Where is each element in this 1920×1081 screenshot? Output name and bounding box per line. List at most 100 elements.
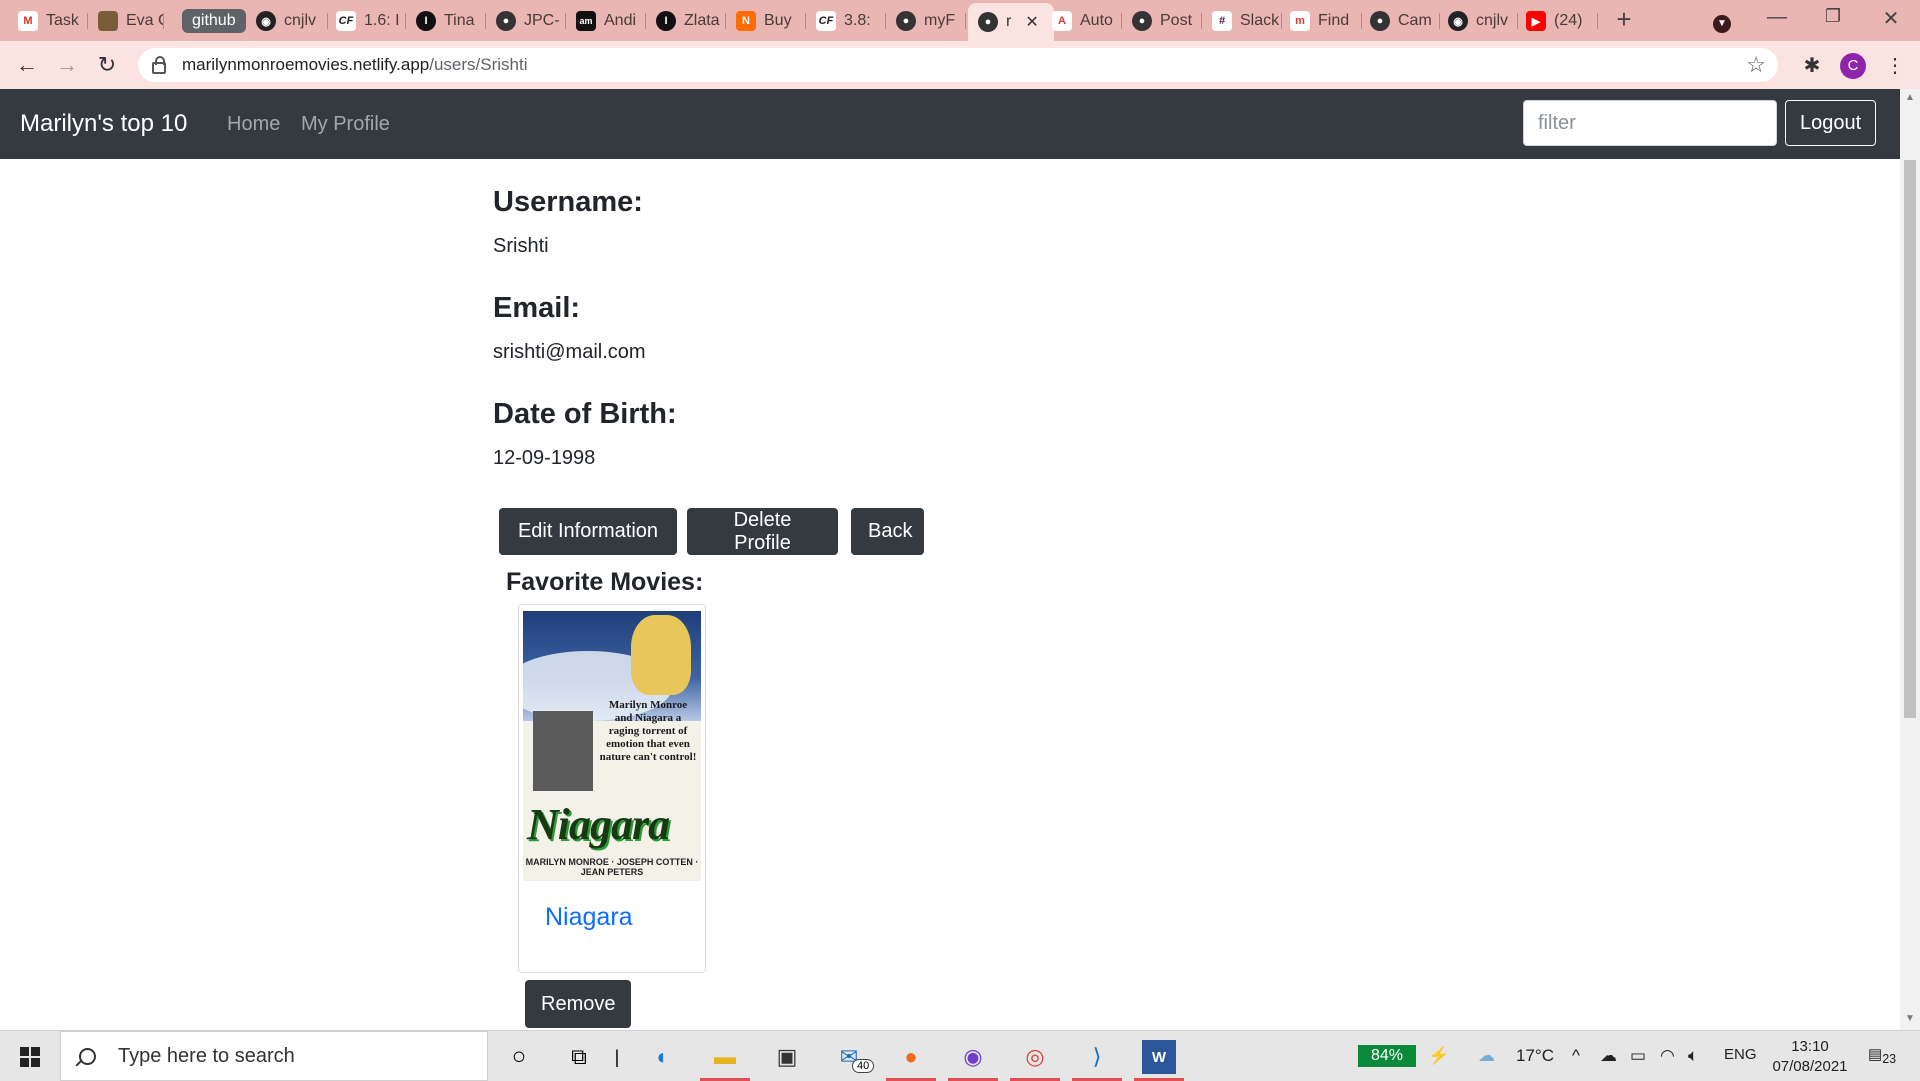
forward-arrow-icon[interactable]: → (52, 50, 82, 80)
dob-value: 12-09-1998 (493, 447, 596, 469)
acrobat-icon: A (1052, 11, 1072, 31)
github-icon: ◉ (256, 11, 276, 31)
browser-tab[interactable]: CF 3.8: (816, 7, 886, 35)
restore-icon[interactable]: ❐ (1818, 6, 1848, 27)
scroll-up-icon[interactable]: ▲ (1900, 92, 1920, 103)
taskbar-search-box[interactable]: Type here to search (60, 1031, 488, 1081)
wifi-icon[interactable]: ◠ (1660, 1046, 1675, 1066)
onedrive-icon[interactable]: ☁ (1600, 1046, 1617, 1066)
new-tab-icon[interactable]: + (1609, 4, 1639, 35)
file-explorer-icon[interactable]: ▬ (708, 1040, 742, 1074)
minimize-icon[interactable]: — (1762, 6, 1792, 29)
scrollbar-thumb[interactable] (1904, 160, 1916, 718)
browser-tab[interactable]: M Task (18, 7, 88, 35)
remove-favorite-button[interactable]: Remove (525, 980, 632, 1028)
app-navbar: Marilyn's top 10 Home My Profile Logout (0, 89, 1900, 159)
am-icon: am (576, 11, 596, 31)
filter-input[interactable] (1523, 100, 1777, 146)
temperature-text[interactable]: 17°C (1516, 1046, 1554, 1066)
globe-icon: ● (1132, 11, 1152, 31)
show-hidden-icons-icon[interactable]: ^ (1572, 1046, 1580, 1066)
browser-tab[interactable]: ● myF (896, 7, 966, 35)
browser-tab[interactable]: A Auto (1052, 7, 1122, 35)
nav-link-home[interactable]: Home (227, 113, 280, 136)
tab-search-icon[interactable]: ▼ (1707, 9, 1737, 33)
volume-icon[interactable]: 🔈︎ (1688, 1046, 1698, 1066)
browser-tab-active[interactable]: ● r ✕ (968, 3, 1054, 41)
browser-tab[interactable]: ◉ cnjlv (1448, 7, 1518, 35)
profile-avatar[interactable]: C (1840, 53, 1866, 79)
browser-tab[interactable]: CF 1.6: I (336, 7, 406, 35)
reload-icon[interactable]: ↻ (92, 50, 122, 80)
browser-tab[interactable]: Eva C (98, 7, 164, 35)
medium-icon: I (416, 11, 436, 31)
browser-menu-icon[interactable]: ⋮ (1880, 50, 1910, 80)
browser-tab[interactable]: ● Cam (1370, 7, 1440, 35)
back-button[interactable]: Back (851, 508, 924, 555)
movie-title-link[interactable]: Niagara (545, 903, 633, 932)
windows-start-icon[interactable] (20, 1047, 40, 1067)
delete-profile-button[interactable]: Delete Profile (687, 508, 838, 555)
cortana-icon[interactable]: ○ (502, 1040, 536, 1074)
tab-group-github[interactable]: github (182, 9, 246, 33)
close-tab-icon[interactable]: ✕ (1025, 12, 1038, 32)
battery-indicator[interactable]: 84% (1358, 1045, 1416, 1067)
bolt-icon: N (736, 11, 756, 31)
task-view-icon[interactable]: ⧉ (562, 1040, 596, 1074)
word-icon[interactable]: W (1142, 1040, 1176, 1074)
system-clock[interactable]: 13:10 07/08/2021 (1768, 1037, 1852, 1077)
address-bar[interactable]: marilynmonroemovies.netlify.app/users/Sr… (138, 48, 1778, 82)
logout-button[interactable]: Logout (1785, 100, 1877, 146)
chrome-icon[interactable]: ◎ (1018, 1040, 1052, 1074)
movie-card: Marilyn Monroe and Niagara a raging torr… (518, 604, 706, 973)
extensions-puzzle-icon[interactable]: ✱ (1797, 50, 1827, 80)
favorite-movies-heading: Favorite Movies: (506, 568, 704, 596)
language-indicator[interactable]: ENG (1724, 1046, 1757, 1063)
weather-icon[interactable]: ☁ (1478, 1046, 1495, 1066)
browser-tab[interactable]: ◉ cnjlv (256, 7, 328, 35)
postman-icon[interactable]: ● (894, 1040, 928, 1074)
globe-icon: ● (978, 12, 998, 32)
mail-badge: 40 (852, 1059, 875, 1073)
brand-link[interactable]: Marilyn's top 10 (20, 110, 187, 138)
globe-icon: ● (1370, 11, 1390, 31)
browser-tab[interactable]: am Andi (576, 7, 646, 35)
movie-poster[interactable]: Marilyn Monroe and Niagara a raging torr… (523, 611, 701, 881)
vscode-icon[interactable]: ⟩ (1080, 1040, 1114, 1074)
browser-tab[interactable]: m Find (1290, 7, 1362, 35)
notification-center-icon[interactable]: ▤23 (1868, 1045, 1896, 1066)
cf-icon: CF (336, 11, 356, 31)
scroll-down-icon[interactable]: ▼ (1900, 1013, 1920, 1024)
store-icon[interactable]: ▣ (770, 1040, 804, 1074)
browser-tab[interactable]: # Slack (1212, 7, 1282, 35)
nav-link-my-profile[interactable]: My Profile (301, 113, 390, 136)
username-value: Srishti (493, 235, 549, 257)
username-label: Username: (493, 186, 643, 218)
github-icon: ◉ (1448, 11, 1468, 31)
m-icon: m (1290, 11, 1310, 31)
youtube-icon: ▶ (1526, 11, 1546, 31)
url-text: marilynmonroemovies.netlify.app/users/Sr… (182, 55, 528, 74)
browser-tab[interactable]: I Tina (416, 7, 486, 35)
search-icon (79, 1047, 96, 1065)
power-plug-icon: ⚡ (1428, 1046, 1450, 1065)
back-arrow-icon[interactable]: ← (12, 50, 42, 80)
browser-tab[interactable]: ● JPC- (496, 7, 566, 35)
bookmark-star-icon[interactable]: ☆ (1746, 52, 1766, 78)
browser-tab[interactable]: ● Post (1132, 7, 1202, 35)
github-desktop-icon[interactable]: ◉ (956, 1040, 990, 1074)
edge-browser-icon[interactable]: ◐ (646, 1040, 680, 1074)
close-window-icon[interactable]: ✕ (1876, 6, 1906, 31)
edit-information-button[interactable]: Edit Information (499, 508, 677, 555)
browser-tab[interactable]: I Zlata (656, 7, 726, 35)
browser-tab[interactable]: ▶ (24) (1526, 7, 1598, 35)
lock-icon (152, 56, 166, 74)
slack-icon: # (1212, 11, 1232, 31)
dob-label: Date of Birth: (493, 398, 677, 430)
medium-icon: I (656, 11, 676, 31)
taskbar-divider-icon: | (614, 1046, 620, 1067)
email-value: srishti@mail.com (493, 341, 646, 363)
profile-photo-icon (98, 11, 118, 31)
battery-icon[interactable]: ▭ (1630, 1046, 1646, 1066)
browser-tab[interactable]: N Buy (736, 7, 806, 35)
